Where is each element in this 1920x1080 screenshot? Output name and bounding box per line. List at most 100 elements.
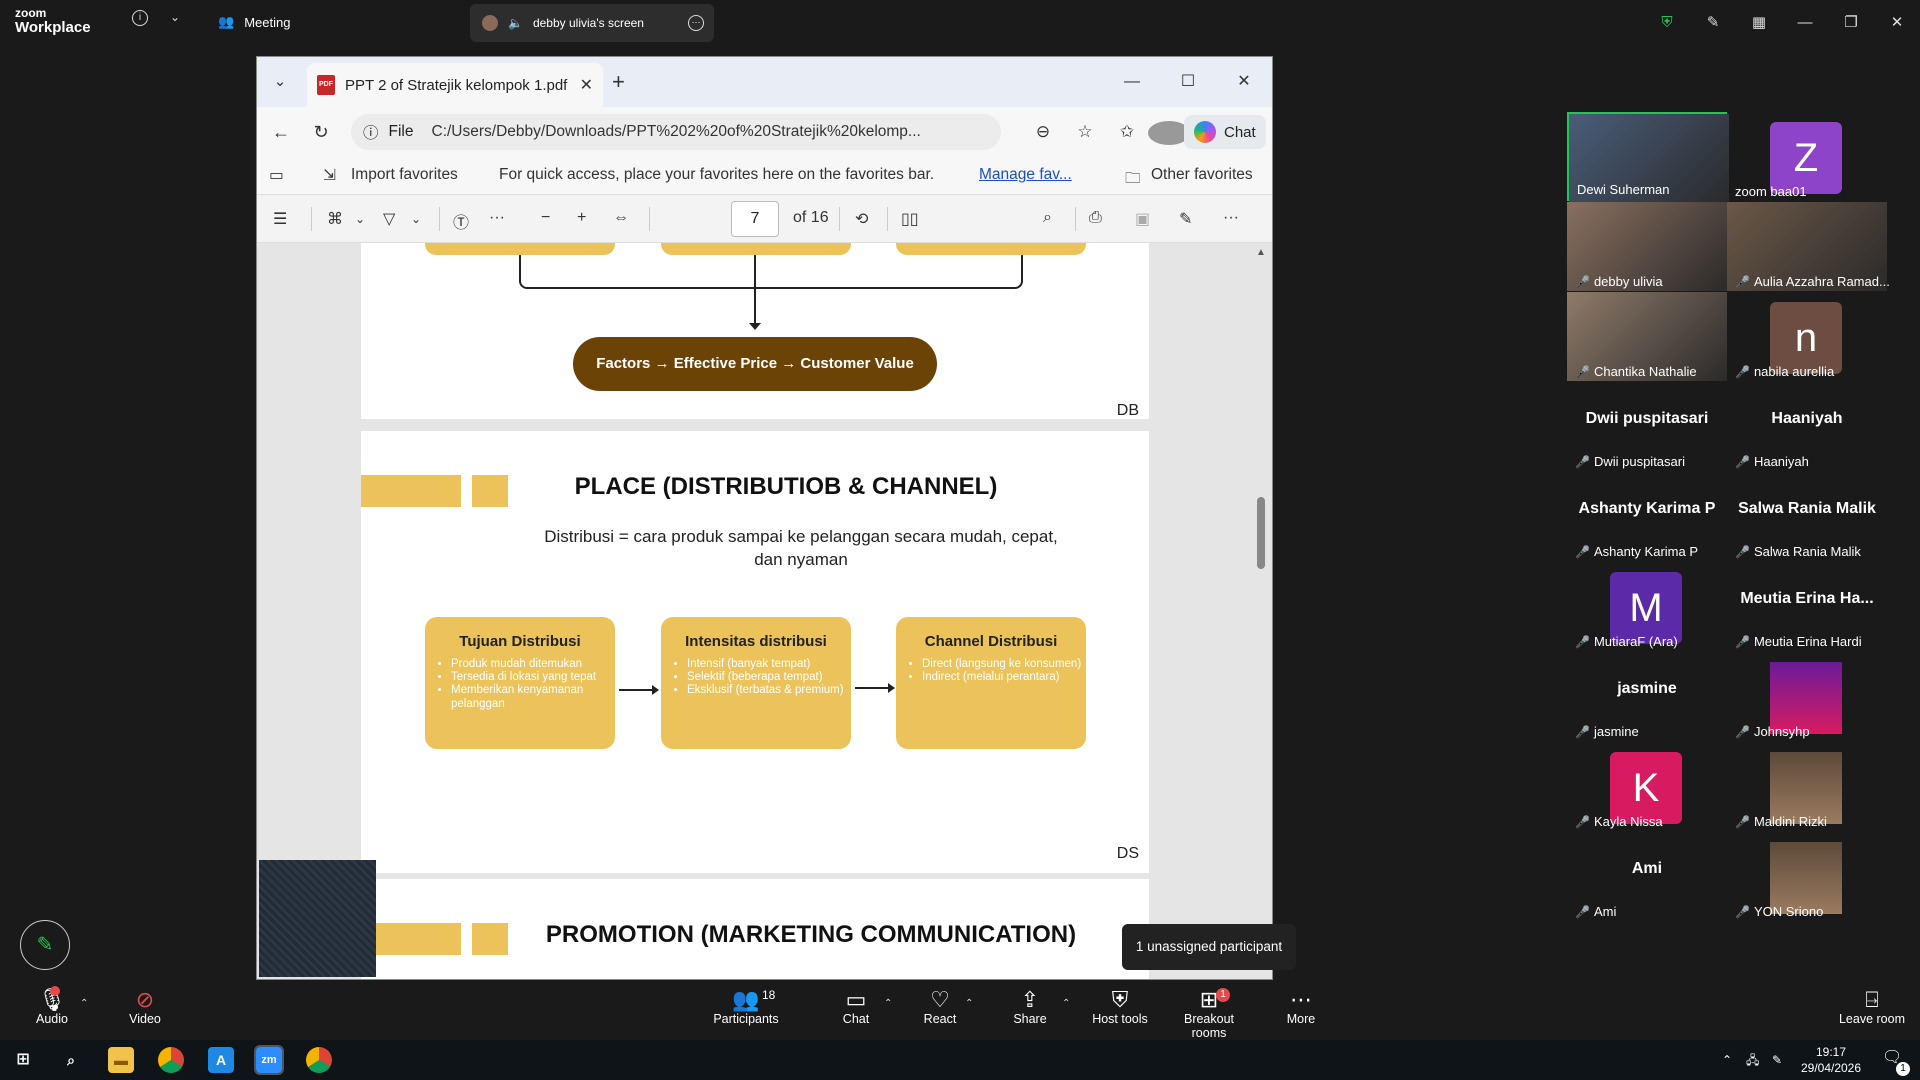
zoom-out-icon[interactable]: ⊖ xyxy=(1022,114,1064,150)
participant-tile[interactable]: 🎤 Maldini Rizki xyxy=(1727,742,1887,831)
search-icon[interactable]: ⌕ xyxy=(58,1047,84,1073)
save-as-icon[interactable]: ✎ xyxy=(1179,209,1192,229)
react-button[interactable]: ♡ React xyxy=(920,987,960,1027)
tab-list-chevron-icon[interactable]: ⌄ xyxy=(265,67,295,97)
leave-room-button[interactable]: ⍈ Leave room xyxy=(1836,988,1908,1027)
draw-icon[interactable]: ▽ xyxy=(383,209,395,229)
pdf-scrollbar[interactable]: ▲ xyxy=(1254,247,1268,977)
contents-icon[interactable]: ☰ xyxy=(273,209,287,229)
caret-up-icon[interactable]: ⌃ xyxy=(1062,998,1070,1009)
participant-tile[interactable]: 🎤 debby ulivia xyxy=(1567,202,1727,291)
zoom-plus-icon[interactable]: + xyxy=(577,209,586,227)
scroll-thumb[interactable] xyxy=(1257,497,1265,569)
subtitle-line2: dan nyaman xyxy=(754,550,848,569)
maximize-icon[interactable]: ☐ xyxy=(1160,57,1216,107)
rotate-icon[interactable]: ⟲ xyxy=(855,209,868,229)
participant-tile[interactable]: Dwii puspitasari 🎤 Dwii puspitasari xyxy=(1567,382,1727,471)
minimize-icon[interactable]: — xyxy=(1104,57,1160,107)
participant-tile[interactable]: 🎤 YON Sriono xyxy=(1727,832,1887,921)
browser-tab[interactable]: PDF PPT 2 of Stratejik kelompok 1.pdf ✕ xyxy=(307,63,603,107)
participant-tile[interactable]: Dewi Suherman xyxy=(1567,112,1729,203)
star-icon[interactable]: ☆ xyxy=(1064,114,1106,150)
participant-name: 🎤 Johnsyhp xyxy=(1735,724,1810,739)
breakout-rooms-button[interactable]: ⊞ Breakout rooms xyxy=(1166,988,1252,1041)
caret-up-icon[interactable]: ⌃ xyxy=(965,998,973,1009)
close-tab-icon[interactable]: ✕ xyxy=(580,75,593,95)
text-icon[interactable]: Ⓣ xyxy=(453,209,469,233)
chrome-icon[interactable] xyxy=(306,1047,332,1073)
participant-tile[interactable]: jasmine 🎤 jasmine xyxy=(1567,652,1727,741)
mic-muted-icon: 🎤 xyxy=(1575,904,1590,919)
meeting-info-icon[interactable]: i xyxy=(132,10,148,26)
participant-tile[interactable]: K 🎤 Kayla Nissa xyxy=(1567,742,1727,831)
zoom-minus-icon[interactable]: − xyxy=(541,209,550,227)
fit-width-icon[interactable]: ⇔ xyxy=(613,209,629,227)
more-icon[interactable]: ··· xyxy=(688,15,704,31)
meeting-tab[interactable]: 👥 Meeting xyxy=(218,0,290,44)
security-shield-icon[interactable]: ⛨ xyxy=(1644,14,1690,31)
participant-tile[interactable]: M 🎤 MutiaraF (Ara) xyxy=(1567,562,1727,651)
refresh-icon[interactable]: ↻ xyxy=(301,122,341,143)
back-icon[interactable]: ← xyxy=(261,122,301,143)
app-icon[interactable]: A xyxy=(208,1047,234,1073)
restore-icon[interactable]: ❐ xyxy=(1828,13,1874,31)
print-icon[interactable]: ⎙ xyxy=(1089,209,1102,227)
chevron-up-icon[interactable]: ⌃ xyxy=(1722,1052,1732,1068)
file-explorer-icon[interactable]: ▬ xyxy=(108,1047,134,1073)
participant-name: 🎤 jasmine xyxy=(1575,724,1639,739)
chevron-down-icon[interactable]: ⌄ xyxy=(355,212,365,226)
address-bar[interactable]: ⓘ File C:/Users/Debby/Downloads/PPT%202%… xyxy=(351,114,1001,150)
chat-button[interactable]: ▭ Chat xyxy=(836,988,876,1027)
share-label: Share xyxy=(1013,1012,1047,1026)
view-icon[interactable]: ▦ xyxy=(1736,13,1782,31)
zoom-app-icon[interactable]: zm xyxy=(254,1045,284,1075)
more-icon[interactable]: ··· xyxy=(1223,209,1239,227)
participant-tile[interactable]: n 🎤 nabila aurellia xyxy=(1727,292,1887,381)
pen-icon[interactable]: ✎ xyxy=(1772,1052,1782,1068)
clock[interactable]: 19:17 29/04/2026 xyxy=(1796,1044,1866,1076)
share-button[interactable]: ⇪ Share xyxy=(1010,988,1050,1027)
more-button[interactable]: ⋯ More xyxy=(1284,988,1318,1027)
pen-icon[interactable]: ✎ xyxy=(1690,13,1736,31)
participant-tile[interactable]: Ami 🎤 Ami xyxy=(1567,832,1727,921)
participant-tile[interactable]: 🎤 Johnsyhp xyxy=(1727,652,1887,741)
more-tools-icon[interactable]: ··· xyxy=(489,209,505,227)
annotate-pen-icon[interactable]: ✎ xyxy=(20,920,70,970)
close-icon[interactable]: ✕ xyxy=(1216,57,1272,107)
participant-name-label: Dwii puspitasari xyxy=(1593,454,1685,469)
participant-tile[interactable]: 🎤 Aulia Azzahra Ramad... xyxy=(1727,202,1890,291)
participant-tile[interactable]: Salwa Rania Malik 🎤 Salwa Rania Malik xyxy=(1727,472,1887,561)
caret-up-icon[interactable]: ⌃ xyxy=(80,998,88,1009)
other-favorites-button[interactable]: Other favorites xyxy=(1151,166,1253,184)
close-icon[interactable]: ✕ xyxy=(1874,13,1920,31)
screen-share-tab[interactable]: 🔈 debby ulivia's screen ··· xyxy=(470,4,714,42)
new-tab-icon[interactable]: + xyxy=(612,69,625,95)
pdf-viewport[interactable]: Factors → Effective Price → Customer Val… xyxy=(257,243,1272,979)
host-tools-button[interactable]: ⛨ Host tools xyxy=(1090,988,1150,1027)
participant-tile[interactable]: Haaniyah 🎤 Haaniyah xyxy=(1727,382,1887,471)
chrome-icon[interactable] xyxy=(158,1047,184,1073)
tab-actions-icon[interactable]: ▭ xyxy=(269,166,284,185)
search-icon[interactable]: ⌕ xyxy=(1043,209,1052,227)
participant-tile[interactable]: 🎤 Chantika Nathalie xyxy=(1567,292,1727,381)
page-number-input[interactable]: 7 xyxy=(731,201,779,237)
participant-tile[interactable]: Zzoom baa01 xyxy=(1727,112,1887,201)
page-view-icon[interactable]: ▯▯ xyxy=(901,209,919,229)
heart-icon: ♡ xyxy=(930,987,950,1012)
import-favorites-icon: ⇲ xyxy=(323,167,336,184)
network-icon[interactable]: 🖧 xyxy=(1746,1052,1759,1068)
participant-tile[interactable]: Ashanty Karima P 🎤 Ashanty Karima P xyxy=(1567,472,1727,561)
participant-tile[interactable]: Meutia Erina Ha... 🎤 Meutia Erina Hardi xyxy=(1727,562,1887,651)
highlight-icon[interactable]: ⌘ xyxy=(327,209,343,229)
windows-start-icon[interactable]: ⊞ xyxy=(10,1047,36,1073)
video-button[interactable]: ⊘ Video xyxy=(120,988,170,1027)
favorites-icon[interactable]: ✩ xyxy=(1106,114,1148,150)
manage-favorites-link[interactable]: Manage fav... xyxy=(979,166,1072,184)
scroll-up-icon[interactable]: ▲ xyxy=(1254,247,1268,258)
import-favorites-button[interactable]: Import favorites xyxy=(351,166,458,184)
chevron-down-icon[interactable]: ⌄ xyxy=(411,212,421,226)
minimize-icon[interactable]: — xyxy=(1782,14,1828,31)
copilot-chat-button[interactable]: Chat xyxy=(1184,115,1266,149)
chevron-down-icon[interactable]: ⌄ xyxy=(170,10,180,24)
caret-up-icon[interactable]: ⌃ xyxy=(884,998,892,1009)
